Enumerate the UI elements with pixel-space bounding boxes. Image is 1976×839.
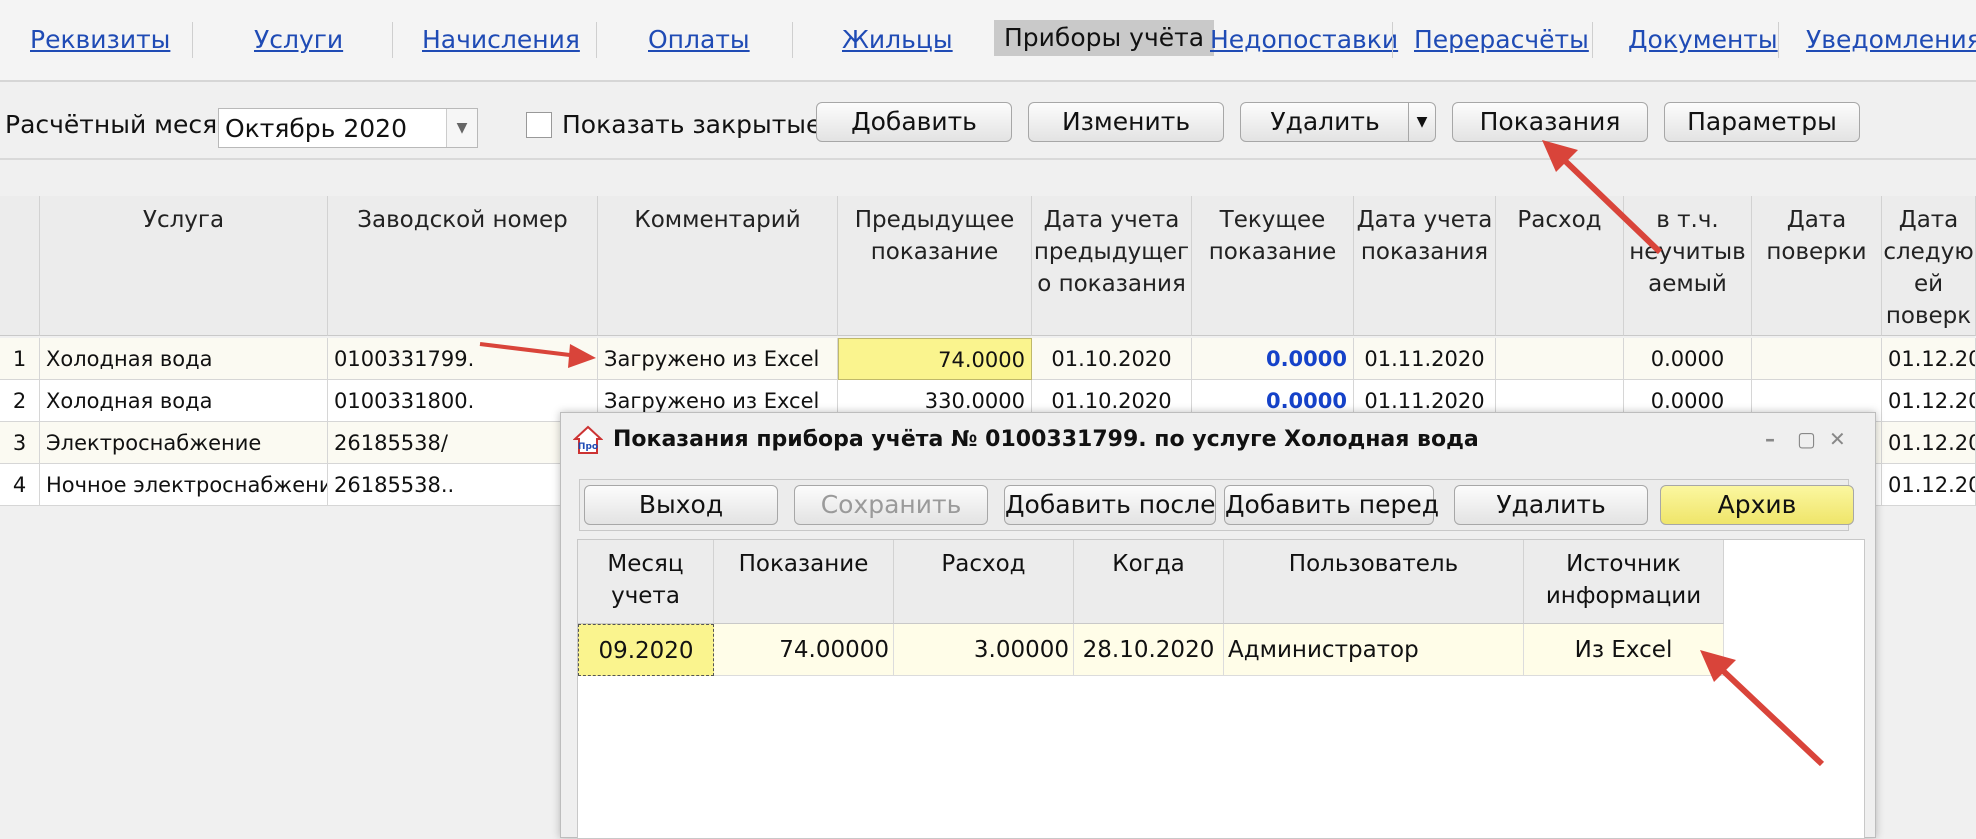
next-check-cell[interactable]: 01.12.20 (1882, 464, 1976, 506)
row-number-header (0, 196, 40, 336)
tab-payments[interactable]: Оплаты (648, 0, 750, 80)
save-button[interactable]: Сохранить (794, 485, 988, 525)
usage-cell[interactable] (1496, 338, 1624, 380)
column-header[interactable]: Комментарий (598, 196, 838, 336)
service-cell[interactable]: Холодная вода (40, 380, 328, 422)
show-closed-checkbox[interactable] (526, 112, 552, 138)
dropdown-arrow-icon[interactable]: ▼ (1408, 103, 1435, 141)
previous-date-cell[interactable]: 01.10.2020 (1032, 338, 1192, 380)
tab-separator (792, 22, 793, 58)
column-header[interactable]: Источник информации (1524, 540, 1724, 624)
column-header[interactable]: Расход (1496, 196, 1624, 336)
table-row[interactable]: 1 Холодная вода 0100331799. Загружено из… (0, 338, 1976, 380)
chevron-down-icon[interactable]: ▼ (446, 109, 477, 147)
parameters-button[interactable]: Параметры (1664, 102, 1860, 142)
tab-services[interactable]: Услуги (254, 0, 343, 80)
column-header[interactable]: Расход (894, 540, 1074, 624)
dialog-title: Показания прибора учёта № 0100331799. по… (613, 427, 1479, 452)
next-check-cell[interactable]: 01.12.20 (1882, 338, 1976, 380)
row-number: 2 (0, 380, 40, 422)
service-cell[interactable]: Холодная вода (40, 338, 328, 380)
meters-toolbar: Расчётный месяц Октябрь 2020 ▼ Показать … (0, 82, 1976, 160)
tab-notifications[interactable]: Уведомления (1806, 0, 1976, 80)
edit-button[interactable]: Изменить (1028, 102, 1224, 142)
meter-readings-dialog: Про Показания прибора учёта № 0100331799… (560, 412, 1876, 839)
column-header[interactable]: Когда (1074, 540, 1224, 624)
next-check-cell[interactable]: 01.12.20 (1882, 422, 1976, 464)
dialog-titlebar[interactable]: Про Показания прибора учёта № 0100331799… (561, 413, 1875, 467)
tab-meters[interactable]: Приборы учёта (994, 20, 1215, 56)
billing-month-select[interactable]: Октябрь 2020 ▼ (218, 108, 478, 148)
reading-cell[interactable]: 74.00000 (714, 624, 894, 676)
tab-separator (1778, 22, 1779, 58)
svg-text:Про: Про (578, 442, 598, 452)
exit-button[interactable]: Выход (584, 485, 778, 525)
tab-residents[interactable]: Жильцы (842, 0, 953, 80)
archive-button[interactable]: Архив (1660, 485, 1854, 525)
column-header[interactable]: Месяц учета (578, 540, 714, 624)
tab-separator (392, 22, 393, 58)
column-header[interactable]: Показание (714, 540, 894, 624)
minimize-icon[interactable]: – (1765, 429, 1787, 449)
delete-button-label: Удалить (1270, 107, 1380, 136)
current-reading-cell[interactable]: 0.0000 (1192, 338, 1354, 380)
column-header[interactable]: Дата учета предыдущег о показания (1032, 196, 1192, 336)
row-number: 4 (0, 464, 40, 506)
current-date-cell[interactable]: 01.11.2020 (1354, 338, 1496, 380)
column-header[interactable]: Дата поверки (1752, 196, 1882, 336)
service-cell[interactable]: Ночное электроснабжение (40, 464, 328, 506)
user-cell[interactable]: Администратор (1224, 624, 1524, 676)
row-number: 1 (0, 338, 40, 380)
add-before-button[interactable]: Добавить перед (1224, 485, 1439, 525)
serial-cell[interactable]: 26185538/ (328, 422, 598, 464)
tab-charges[interactable]: Начисления (422, 0, 580, 80)
serial-cell[interactable]: 0100331799. (328, 338, 598, 380)
month-cell[interactable]: 09.2020 (578, 624, 714, 676)
previous-reading-cell[interactable]: 74.0000 (838, 338, 1032, 380)
tab-separator (1592, 22, 1593, 58)
dialog-toolbar: Выход Сохранить Добавить после Добавить … (579, 479, 1854, 531)
app-logo-icon: Про (573, 425, 603, 454)
column-header[interactable]: Дата учета показания (1354, 196, 1496, 336)
usage-cell[interactable]: 3.00000 (894, 624, 1074, 676)
serial-cell[interactable]: 26185538.. (328, 464, 598, 506)
service-cell[interactable]: Электроснабжение (40, 422, 328, 464)
tab-shortfalls[interactable]: Недопоставки (1210, 0, 1398, 80)
add-button[interactable]: Добавить (816, 102, 1012, 142)
tab-separator (1392, 22, 1393, 58)
column-header[interactable]: Предыдущее показание (838, 196, 1032, 336)
billing-month-value: Октябрь 2020 (225, 114, 407, 143)
close-icon[interactable]: ✕ (1829, 429, 1851, 449)
tab-separator (596, 22, 597, 58)
column-header[interactable]: в т.ч. неучитыв аемый (1624, 196, 1752, 336)
tab-bar: Реквизиты Услуги Начисления Оплаты Жильц… (0, 0, 1976, 82)
column-header[interactable]: Текущее показание (1192, 196, 1354, 336)
next-check-cell[interactable]: 01.12.20 (1882, 380, 1976, 422)
column-header[interactable]: Дата следую ей поверк (1882, 196, 1976, 336)
column-header[interactable]: Пользователь (1224, 540, 1524, 624)
tab-requisites[interactable]: Реквизиты (30, 0, 170, 80)
row-number: 3 (0, 422, 40, 464)
column-header[interactable]: Заводской номер (328, 196, 598, 336)
unaccounted-cell[interactable]: 0.0000 (1624, 338, 1752, 380)
show-closed-label[interactable]: Показать закрытые (562, 110, 821, 139)
billing-month-label: Расчётный месяц (5, 110, 235, 139)
source-cell[interactable]: Из Excel (1524, 624, 1724, 676)
serial-cell[interactable]: 0100331800. (328, 380, 598, 422)
delete-button[interactable]: Удалить ▼ (1240, 102, 1436, 142)
tab-separator (192, 22, 193, 58)
comment-cell[interactable]: Загружено из Excel (598, 338, 838, 380)
readings-table: Месяц учета Показание Расход Когда Польз… (577, 539, 1865, 839)
check-date-cell[interactable] (1752, 338, 1882, 380)
when-cell[interactable]: 28.10.2020 (1074, 624, 1224, 676)
maximize-icon[interactable]: ▢ (1797, 429, 1819, 449)
tab-documents[interactable]: Документы (1628, 0, 1778, 80)
delete-reading-button[interactable]: Удалить (1454, 485, 1648, 525)
column-header[interactable]: Услуга (40, 196, 328, 336)
readings-button[interactable]: Показания (1452, 102, 1648, 142)
tab-recalculations[interactable]: Перерасчёты (1414, 0, 1589, 80)
add-after-button[interactable]: Добавить после (1004, 485, 1216, 525)
